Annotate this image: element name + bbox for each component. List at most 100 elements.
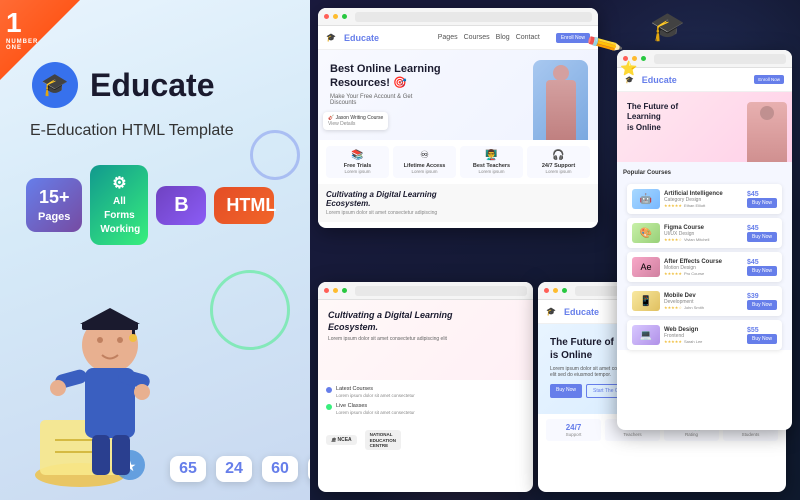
timer-box-2: 24 <box>216 456 252 482</box>
ss-courses-title: Popular Courses <box>621 166 788 180</box>
ss-hero-bl-sub: Lorem ipsum dolor sit amet consectetur a… <box>328 336 523 342</box>
main-container: 1 NUMBERONE 🎓 Educate E-Education HTML T… <box>0 0 800 500</box>
logo-area: 🎓 Educate <box>30 60 214 110</box>
ss-list-bl: Latest Courses Lorem ipsum dolor sit ame… <box>318 380 533 426</box>
browser-dot-yellow <box>333 14 338 19</box>
ss-nav-items-top: Pages Courses Blog Contact <box>438 34 540 41</box>
ss-hero-title: Best Online LearningResources! 🎯 <box>330 62 450 91</box>
number-one-label: NUMBERONE <box>6 39 38 52</box>
list-item-1-title: Latest Courses <box>336 386 415 393</box>
ss-second-section: Cultivating a Digital LearningEcosystem.… <box>318 184 598 222</box>
ss-course-info-1: Artificial Intelligence Category Design … <box>664 191 743 208</box>
ss-hero-top: Best Online LearningResources! 🎯 Make Yo… <box>318 50 598 140</box>
html-badge: HTML <box>214 187 274 224</box>
ss-logos-row-bl: 🏛 NCEA NATIONALEDUCATIONCENTRE <box>318 426 533 454</box>
ss-course-btn-1[interactable]: Buy Now <box>747 198 777 208</box>
ss-logo-bm: Educate <box>564 307 599 317</box>
browser-bar-top <box>318 8 598 26</box>
badges-row: 15+ Pages ⚙ All Forms Working B HTML <box>26 165 274 245</box>
list-item-2-title: Live Classes <box>336 403 415 410</box>
ss-course-img-5: 💻 <box>632 325 660 345</box>
ss-course-img-1: 🤖 <box>632 189 660 209</box>
ss-list-item-1: Latest Courses Lorem ipsum dolor sit ame… <box>326 386 525 398</box>
ss-course-btn-3[interactable]: Buy Now <box>747 266 777 276</box>
timer-box-1: 65 <box>170 456 206 482</box>
teachers-icon: 👨‍🏫 <box>464 150 519 161</box>
ss-course-btn-5[interactable]: Buy Now <box>747 334 777 344</box>
browser-url-bar <box>355 12 592 22</box>
ss-features-row: 📚 Free Trials Lorem ipsum ♾ Lifetime Acc… <box>318 140 598 184</box>
deco-circle-1 <box>210 270 290 350</box>
screenshot-top: 🎓 Educate Pages Courses Blog Contact Enr… <box>318 8 598 228</box>
graduate-figure: ★ <box>20 280 180 500</box>
free-trials-icon: 📚 <box>330 150 385 161</box>
nec-logo: NATIONALEDUCATIONCENTRE <box>365 430 401 450</box>
ss-bm-buy-btn[interactable]: Buy Now <box>550 384 582 398</box>
ss-course-card-5: 💻 Web Design Frontend ★★★★★ Sarah Lee $5… <box>627 320 782 350</box>
ss-feature-teachers: 👨‍🏫 Best Teachers Lorem ipsum <box>460 146 523 178</box>
ss-course-btn-2[interactable]: Buy Now <box>747 232 777 242</box>
list-item-2-sub: Lorem ipsum dolor sit amet consectetur <box>336 410 415 415</box>
ss-spring-course-badge: 🎸 Jason Writing CourseView Details <box>323 112 388 130</box>
logo-title: Educate <box>90 67 214 104</box>
ss-courses-section: Popular Courses 🤖 Artificial Intelligenc… <box>617 162 792 350</box>
graduation-hat-icon: 🎓 <box>650 10 685 43</box>
ss-right-nav-btn: Enroll Now <box>754 75 784 84</box>
ss-course-card-4: 📱 Mobile Dev Development ★★★★☆ John Smit… <box>627 286 782 316</box>
ss-hero-person <box>533 60 588 140</box>
settings-icon: ⚙ <box>100 173 138 195</box>
browser-dot-red <box>324 14 329 19</box>
ss-course-card-1: 🤖 Artificial Intelligence Category Desig… <box>627 184 782 214</box>
forms-badge: ⚙ All Forms Working <box>90 165 148 245</box>
ss-course-btn-4[interactable]: Buy Now <box>747 300 777 310</box>
browser-bar-r <box>617 50 792 68</box>
ss-course-img-3: Ae <box>632 257 660 277</box>
support-icon: 🎧 <box>531 150 586 161</box>
ss-hero-subtitle: Make Your Free Account & Get Discounts <box>330 94 440 106</box>
screenshot-bottom-left: Cultivating a Digital LearningEcosystem.… <box>318 282 533 492</box>
ss-list-item-2: Live Classes Lorem ipsum dolor sit amet … <box>326 403 525 415</box>
number-one-text: 1 NUMBERONE <box>6 8 38 52</box>
list-dot-1 <box>326 387 332 393</box>
left-panel: 1 NUMBERONE 🎓 Educate E-Education HTML T… <box>0 0 310 500</box>
ss-nav-right: 🎓 Educate Enroll Now <box>617 68 792 92</box>
ss-course-rating-4: ★★★★☆ John Smith <box>664 305 743 310</box>
ss-course-img-2: 🎨 <box>632 223 660 243</box>
ss-hero-bl: Cultivating a Digital LearningEcosystem.… <box>318 300 533 380</box>
ss-course-info-2: Figma Course UI/UX Design ★★★★☆ Vivian M… <box>664 225 743 242</box>
pages-badge: 15+ Pages <box>26 178 82 232</box>
ss-nav-top: 🎓 Educate Pages Courses Blog Contact Enr… <box>318 26 598 50</box>
browser-bar-bl <box>318 282 533 300</box>
timer-row: 65 24 60 1 <box>170 456 310 482</box>
list-dot-2 <box>326 404 332 410</box>
ss-right-person <box>747 102 787 162</box>
graduate-svg: ★ <box>20 280 180 500</box>
ss-feature-support: 🎧 24/7 Support Lorem ipsum <box>527 146 590 178</box>
svg-text:🎓: 🎓 <box>41 72 68 97</box>
ss-course-img-4: 📱 <box>632 291 660 311</box>
ss-bm-stat-support: 24/7 Support <box>546 419 601 441</box>
ncea-logo: 🏛 NCEA <box>326 435 357 445</box>
lifetime-access-icon: ♾ <box>397 150 452 161</box>
deco-circle-2 <box>250 130 300 180</box>
timer-box-3: 60 <box>262 456 298 482</box>
ss-logo-right: Educate <box>642 75 677 85</box>
ss-course-card-3: Ae After Effects Course Motion Design ★★… <box>627 252 782 282</box>
ss-feature-lifetime: ♾ Lifetime Access Lorem ipsum <box>393 146 456 178</box>
browser-dot-green <box>342 14 347 19</box>
bootstrap-badge: B <box>156 186 206 225</box>
subtitle: E-Education HTML Template <box>30 122 234 140</box>
ss-course-rating-3: ★★★★★ Pro Course <box>664 271 743 276</box>
ss-course-card-2: 🎨 Figma Course UI/UX Design ★★★★☆ Vivian… <box>627 218 782 248</box>
ss-hero-bl-title: Cultivating a Digital LearningEcosystem. <box>328 310 523 333</box>
ss-course-info-5: Web Design Frontend ★★★★★ Sarah Lee <box>664 327 743 344</box>
ss-course-info-3: After Effects Course Motion Design ★★★★★… <box>664 259 743 276</box>
number-one-digit: 1 <box>6 8 38 39</box>
ss-right-hero: The Future ofLearningis Online <box>617 92 792 162</box>
ss-logo-top: Educate <box>344 33 379 43</box>
star-icon: ⭐ <box>620 60 637 77</box>
ss-course-rating-1: ★★★★★ Ethan Elliott <box>664 203 743 208</box>
logo-icon: 🎓 <box>30 60 80 110</box>
ss-course-rating-2: ★★★★☆ Vivian Mitchell <box>664 237 743 242</box>
ss-course-info-4: Mobile Dev Development ★★★★☆ John Smith <box>664 293 743 310</box>
